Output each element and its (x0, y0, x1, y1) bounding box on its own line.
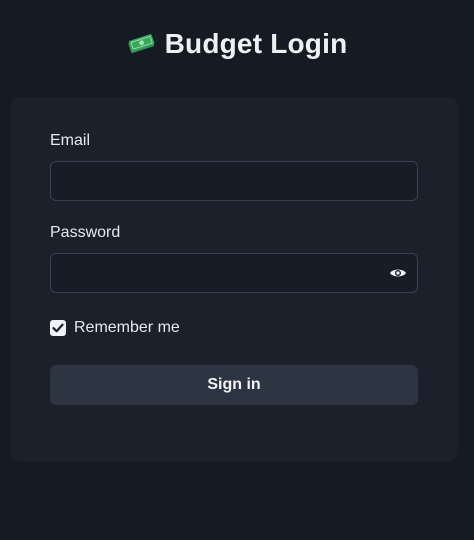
sign-in-button[interactable]: Sign in (50, 365, 418, 405)
eye-icon[interactable] (386, 263, 410, 283)
login-card: Email Password Remember me Sign in (10, 97, 458, 461)
page-title: Budget Login (164, 28, 348, 59)
password-field[interactable] (50, 253, 418, 293)
money-banknote-icon (127, 33, 155, 55)
page-header: Budget Login (0, 28, 474, 60)
email-label: Email (50, 132, 91, 149)
remember-me-checkbox[interactable]: Remember me (50, 319, 180, 337)
password-label: Password (50, 224, 121, 241)
email-field[interactable] (50, 161, 418, 201)
remember-me-label: Remember me (74, 319, 180, 336)
checkbox-checked-icon[interactable] (50, 320, 66, 336)
